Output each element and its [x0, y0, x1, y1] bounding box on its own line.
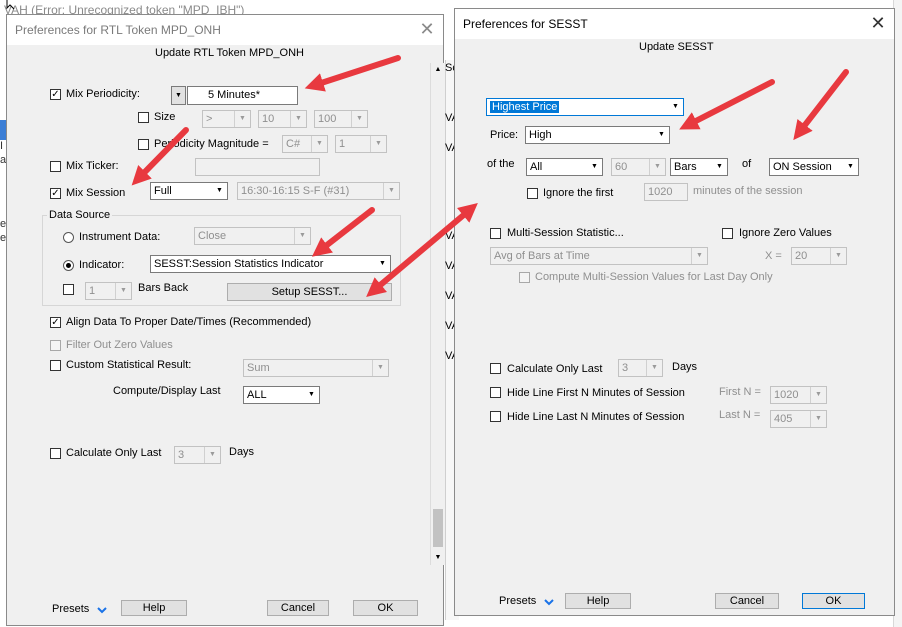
annotation-arrows	[131, 55, 849, 297]
arrow-to-periodicity	[304, 55, 401, 92]
arrow-to-indicator	[311, 207, 375, 257]
arrow-between-dialogs	[366, 203, 478, 297]
arrow-to-mix-session	[131, 127, 189, 186]
arrow-to-price	[679, 79, 775, 130]
arrow-to-session	[793, 69, 849, 141]
